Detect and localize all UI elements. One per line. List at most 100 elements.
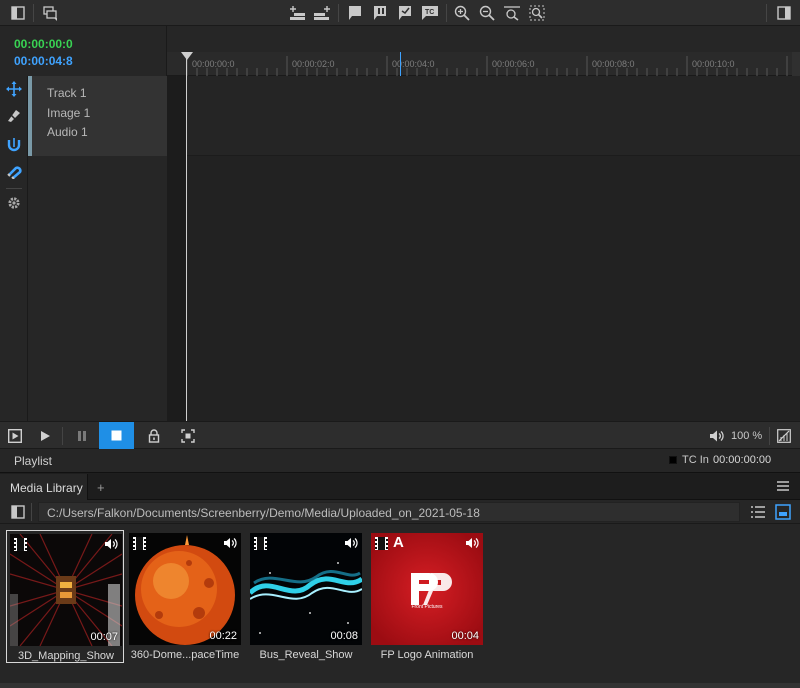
tab-media-library[interactable]: Media Library <box>0 474 88 500</box>
media-item[interactable]: Front Pictures A 00:04 FP Logo Animation <box>368 530 486 663</box>
marker-icon[interactable] <box>345 3 365 23</box>
media-name: Bus_Reveal_Show <box>259 649 353 661</box>
media-duration: 00:08 <box>330 630 358 642</box>
path-field[interactable]: C:/Users/Falkon/Documents/Screenberry/De… <box>38 502 740 522</box>
track-color-bar <box>28 76 32 156</box>
tc-in-indicator[interactable] <box>669 456 677 464</box>
ruler-scroll-handle[interactable] <box>792 52 800 76</box>
add-track-icon[interactable] <box>287 3 307 23</box>
alpha-badge: A <box>393 534 404 551</box>
ruler-label: 00:00:02:0 <box>292 59 335 69</box>
horizontal-scrollbar[interactable] <box>0 683 800 688</box>
tc-in-label: TC In <box>682 454 709 466</box>
pause-icon[interactable] <box>71 425 93 447</box>
logo-caption: Front Pictures <box>411 604 443 610</box>
ruler-label: 00:00:04:0 <box>392 59 435 69</box>
thumbnail-view-icon[interactable] <box>775 504 791 520</box>
start-marker <box>181 52 193 60</box>
ruler-label: 00:00:08:0 <box>592 59 635 69</box>
add-layer-icon[interactable] <box>312 3 332 23</box>
media-name: 3D_Mapping_Show <box>17 650 114 662</box>
path-divider <box>31 503 32 521</box>
volume-icon[interactable] <box>706 425 728 447</box>
zoom-in-icon[interactable] <box>452 3 472 23</box>
media-item[interactable]: 00:07 3D_Mapping_Show <box>6 530 124 663</box>
track-label[interactable]: Track 1 <box>47 86 87 100</box>
audio-icon <box>466 538 479 548</box>
toolbar-divider <box>33 4 34 22</box>
media-thumbnail: 00:22 <box>129 533 241 645</box>
current-timecode[interactable]: 00:00:00:0 <box>14 37 73 51</box>
timeline-start-line <box>186 52 187 421</box>
timecode-panel: 00:00:00:0 00:00:04:8 <box>0 26 167 76</box>
check-marker-icon[interactable] <box>395 3 415 23</box>
panel-left-icon[interactable] <box>8 3 28 23</box>
ruler-label: 00:00:06:0 <box>492 59 535 69</box>
tab-label: Media Library <box>10 481 83 495</box>
playhead[interactable] <box>400 52 401 76</box>
tools-divider <box>6 188 22 189</box>
toolbar-divider <box>446 4 447 22</box>
media-library-tabs: Media Library + <box>0 474 800 500</box>
fullscreen-icon[interactable] <box>177 425 199 447</box>
ruler-label: 00:00:10:0 <box>692 59 735 69</box>
menu-icon[interactable] <box>776 480 790 492</box>
add-tab-button[interactable]: + <box>97 480 105 495</box>
layers-icon[interactable] <box>40 3 60 23</box>
panel-right-icon[interactable] <box>774 3 794 23</box>
zoom-selection-icon[interactable] <box>527 3 547 23</box>
playlist-label[interactable]: Playlist <box>14 454 52 468</box>
snap-icon[interactable] <box>5 136 23 154</box>
volume-percent[interactable]: 100 % <box>731 430 762 442</box>
panel-left-icon[interactable] <box>11 505 25 519</box>
tc-in-value[interactable]: 00:00:00:00 <box>713 454 771 466</box>
zoom-out-icon[interactable] <box>477 3 497 23</box>
toolbar-divider <box>338 4 339 22</box>
timeline-lead-in <box>167 76 187 421</box>
ruler-label: 00:00:00:0 <box>192 59 235 69</box>
media-duration: 00:22 <box>209 630 237 642</box>
video-file-icon <box>14 538 27 551</box>
tc-marker-icon[interactable]: TC <box>420 3 440 23</box>
image-track-label[interactable]: Image 1 <box>47 106 90 120</box>
transport-bar: 100 % <box>0 421 800 449</box>
top-toolbar: TC <box>0 0 800 26</box>
duration-timecode[interactable]: 00:00:04:8 <box>14 54 73 68</box>
path-bar: C:/Users/Falkon/Documents/Screenberry/De… <box>0 500 800 524</box>
play-icon[interactable] <box>34 425 56 447</box>
pause-marker-icon[interactable] <box>370 3 390 23</box>
settings-icon[interactable] <box>5 194 23 212</box>
transport-divider <box>769 427 770 445</box>
media-thumbnail: Front Pictures A 00:04 <box>371 533 483 645</box>
audio-icon <box>105 539 118 549</box>
media-name: 360-Dome...paceTime <box>130 649 240 661</box>
scale-icon[interactable] <box>773 425 795 447</box>
media-duration: 00:04 <box>451 630 479 642</box>
razor-icon[interactable] <box>5 106 23 124</box>
play-selection-icon[interactable] <box>4 425 26 447</box>
stop-icon <box>111 430 122 441</box>
audio-track-label[interactable]: Audio 1 <box>47 125 88 139</box>
audio-icon <box>345 538 358 548</box>
media-grid: 00:07 3D_Mapping_Show 00:22 360-Dome...p… <box>0 524 800 688</box>
track-list-empty-area <box>28 156 167 421</box>
move-icon[interactable] <box>5 80 23 98</box>
lock-icon[interactable] <box>143 425 165 447</box>
video-file-icon <box>133 537 146 550</box>
media-thumbnail: 00:08 <box>250 533 362 645</box>
video-file-icon <box>254 537 267 550</box>
stop-button[interactable] <box>99 422 134 449</box>
video-file-icon <box>375 537 388 550</box>
zoom-fit-icon[interactable] <box>502 3 522 23</box>
media-item[interactable]: 00:22 360-Dome...paceTime <box>126 530 244 663</box>
timeline-track-row[interactable] <box>187 76 800 156</box>
media-name: FP Logo Animation <box>380 649 474 661</box>
magnet-icon[interactable] <box>5 162 23 180</box>
timeline-ruler[interactable]: 00:00:00:0 00:00:02:0 00:00:04:0 00:00:0… <box>167 52 800 76</box>
media-item[interactable]: 00:08 Bus_Reveal_Show <box>247 530 365 663</box>
transport-divider <box>62 427 63 445</box>
svg-text:TC: TC <box>425 9 434 16</box>
toolbar-divider <box>766 4 767 22</box>
media-duration: 00:07 <box>90 631 118 643</box>
list-view-icon[interactable] <box>750 505 766 519</box>
